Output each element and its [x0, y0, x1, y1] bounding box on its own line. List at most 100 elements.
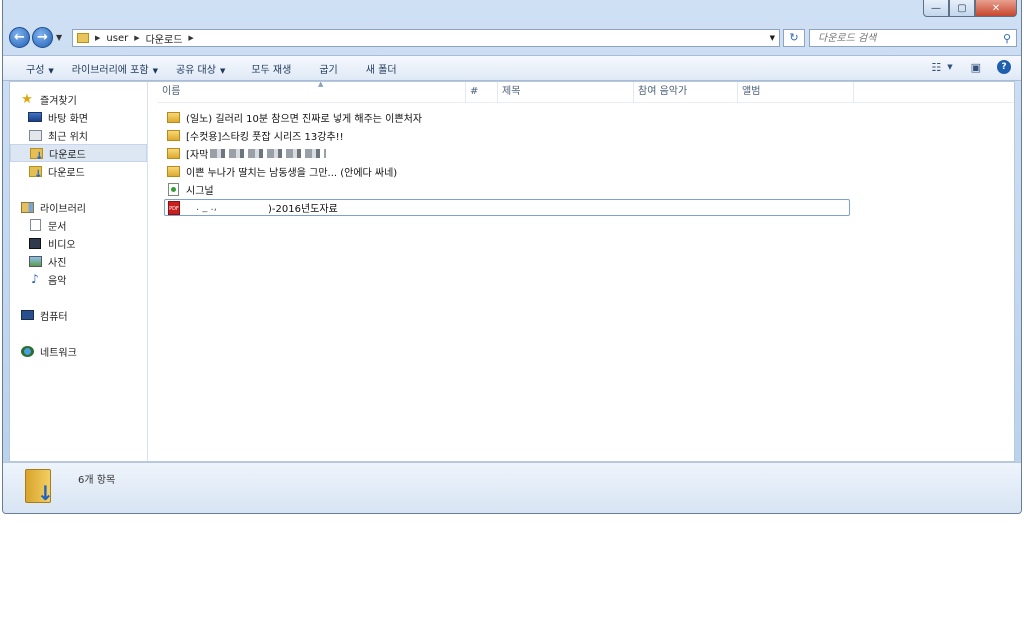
search-input[interactable] — [810, 31, 998, 45]
forward-button[interactable]: → — [32, 27, 53, 48]
sidebar-item-label: 문서 — [48, 221, 67, 233]
refresh-icon: ↻ — [789, 31, 799, 44]
chevron-right-icon[interactable]: ▶ — [134, 34, 139, 42]
view-options-icon[interactable]: ☷ — [931, 61, 941, 74]
maximize-button[interactable]: ▢ — [949, 0, 975, 17]
burn-button[interactable]: 굽기 — [310, 61, 346, 76]
picture-icon-shape — [28, 255, 42, 267]
organize-button[interactable]: 구성 ▼ — [17, 61, 63, 76]
share-label: 공유 대상 — [175, 64, 216, 76]
explorer-window: — ▢ ✕ ← → ▼ ▶ user ▶ 다운로드 ▶ ▼ ↻ ⚲ 구성▼ 라이… — [2, 0, 1022, 514]
file-row-pdf-selected[interactable]: PDF . _ ., )-2016년도자료 — [164, 199, 850, 216]
sidebar-item-label: 다운로드 — [48, 167, 85, 179]
sidebar-item-libraries[interactable]: 라이브러리 — [20, 198, 157, 216]
new-folder-button[interactable]: 새 폴더 — [357, 61, 406, 76]
computer-icon — [20, 309, 34, 321]
chevron-right-icon[interactable]: ▶ — [95, 34, 100, 42]
sidebar-item-label: 사진 — [48, 257, 67, 269]
window-controls: — ▢ ✕ — [923, 0, 1017, 17]
search-icon[interactable]: ⚲ — [998, 32, 1016, 45]
sidebar-item-computer[interactable]: 컴퓨터 — [20, 306, 157, 324]
include-library-label: 라이브러리에 포함 — [71, 64, 149, 76]
sidebar-item-downloads-selected[interactable]: 다운로드 — [10, 144, 147, 162]
sidebar-item-label: 바탕 화면 — [48, 113, 88, 125]
back-button[interactable]: ← — [9, 27, 30, 48]
play-all-button[interactable]: 모두 재생 — [242, 61, 300, 76]
file-row-folder-1[interactable]: (일노) 길러리 10분 참으면 진짜로 넣게 해주는 이쁜처자 — [164, 109, 850, 126]
organize-label: 구성 — [26, 64, 45, 76]
column-header-number[interactable]: # — [466, 82, 498, 102]
forward-arrow-icon: → — [37, 30, 48, 45]
item-count: 6개 항목 — [78, 475, 116, 486]
column-header-title[interactable]: 제목 — [498, 82, 634, 102]
downloads-folder-large-icon: ↓ — [25, 469, 55, 505]
address-bar[interactable]: ▶ user ▶ 다운로드 ▶ ▼ — [72, 29, 780, 47]
file-name: 시그널 — [186, 186, 214, 197]
censored-text-mosaic — [210, 149, 327, 158]
recent-places-icon-shape — [28, 129, 42, 141]
video-icon — [28, 237, 42, 249]
file-row-folder-2[interactable]: [수컷용]스타킹 풋잡 시리즈 13강추!! — [164, 127, 850, 144]
sidebar-item-label: 컴퓨터 — [40, 311, 68, 323]
preview-pane-icon[interactable]: ▣ — [971, 61, 981, 74]
refresh-button[interactable]: ↻ — [783, 29, 805, 47]
computer-icon-shape — [20, 310, 34, 320]
recent-pages-dropdown[interactable]: ▼ — [56, 33, 62, 42]
sidebar-item-favorites[interactable]: ★ 즐겨찾기 — [20, 90, 157, 108]
address-dropdown-icon[interactable]: ▼ — [770, 34, 775, 42]
sidebar-item-downloads[interactable]: 다운로드 — [28, 162, 165, 180]
chevron-down-icon: ▼ — [219, 66, 226, 75]
close-button[interactable]: ✕ — [975, 0, 1017, 17]
back-arrow-icon: ← — [14, 30, 25, 45]
navigation-pane: ★ 즐겨찾기 바탕 화면 최근 위치 다운로드 다운로드 라이브러리 — [10, 82, 148, 461]
folder-icon — [167, 112, 180, 123]
folder-icon — [167, 166, 180, 177]
details-pane: ↓ 6개 항목 — [3, 462, 1021, 513]
minimize-button[interactable]: — — [923, 0, 949, 17]
sidebar-item-videos[interactable]: 비디오 — [28, 234, 165, 252]
sidebar-item-label: 음악 — [48, 275, 67, 287]
desktop-icon — [28, 111, 42, 123]
help-icon[interactable]: ? — [997, 60, 1011, 74]
video-icon-shape — [29, 237, 41, 249]
chevron-right-icon[interactable]: ▶ — [188, 34, 193, 42]
download-arrow-icon: ↓ — [37, 481, 54, 505]
column-header-name[interactable]: 이름 — [158, 82, 466, 102]
share-button[interactable]: 공유 대상 ▼ — [167, 61, 234, 76]
file-row-folder-4[interactable]: 이쁜 누나가 딸치는 남동생을 그만... (안에다 싸네) — [164, 163, 850, 180]
document-icon-shape — [29, 219, 41, 231]
folder-icon — [167, 148, 180, 159]
sidebar-item-label: 라이브러리 — [40, 203, 86, 215]
sidebar-item-network[interactable]: 네트워크 — [20, 342, 157, 360]
folder-icon — [167, 130, 180, 141]
file-name: (일노) 길러리 10분 참으면 진짜로 넣게 해주는 이쁜처자 — [186, 114, 422, 125]
sidebar-item-label: 최근 위치 — [48, 131, 88, 143]
content-area: ★ 즐겨찾기 바탕 화면 최근 위치 다운로드 다운로드 라이브러리 — [9, 80, 1015, 462]
sidebar-item-label: 네트워크 — [40, 347, 77, 359]
breadcrumb-user[interactable]: user — [106, 33, 128, 44]
column-header-artist[interactable]: 참여 음악가 — [634, 82, 738, 102]
breadcrumb-downloads[interactable]: 다운로드 — [146, 31, 183, 46]
sidebar-item-music[interactable]: ♪ 음악 — [28, 270, 165, 288]
file-row-folder-3[interactable]: [자막 — [164, 145, 850, 162]
sidebar-item-pictures[interactable]: 사진 — [28, 252, 165, 270]
library-icon-shape — [20, 201, 34, 213]
column-headers: ▲ 이름 # 제목 참여 음악가 앨범 — [158, 80, 1014, 103]
sidebar-item-documents[interactable]: 문서 — [28, 216, 165, 234]
sidebar-item-recent[interactable]: 최근 위치 — [28, 126, 165, 144]
sidebar-item-label: 비디오 — [48, 239, 76, 251]
downloads-folder-icon-shape — [29, 147, 44, 162]
column-header-album[interactable]: 앨범 — [738, 82, 854, 102]
sidebar-item-desktop[interactable]: 바탕 화면 — [28, 108, 165, 126]
chevron-down-icon: ▼ — [152, 66, 158, 75]
network-icon — [20, 345, 34, 357]
file-row-signal[interactable]: 시그널 — [164, 181, 850, 198]
chevron-down-icon[interactable]: ▼ — [947, 63, 952, 71]
file-name: )-2016년도자료 — [268, 204, 338, 215]
view-controls: ☷ ▼ ▣ ? — [921, 60, 1011, 74]
search-box[interactable]: ⚲ — [809, 29, 1017, 47]
include-library-button[interactable]: 라이브러리에 포함 ▼ — [63, 61, 167, 76]
file-name: 이쁜 누나가 딸치는 남동생을 그만... (안에다 싸네) — [186, 168, 398, 179]
recent-places-icon — [28, 129, 42, 141]
document-icon — [28, 219, 42, 231]
